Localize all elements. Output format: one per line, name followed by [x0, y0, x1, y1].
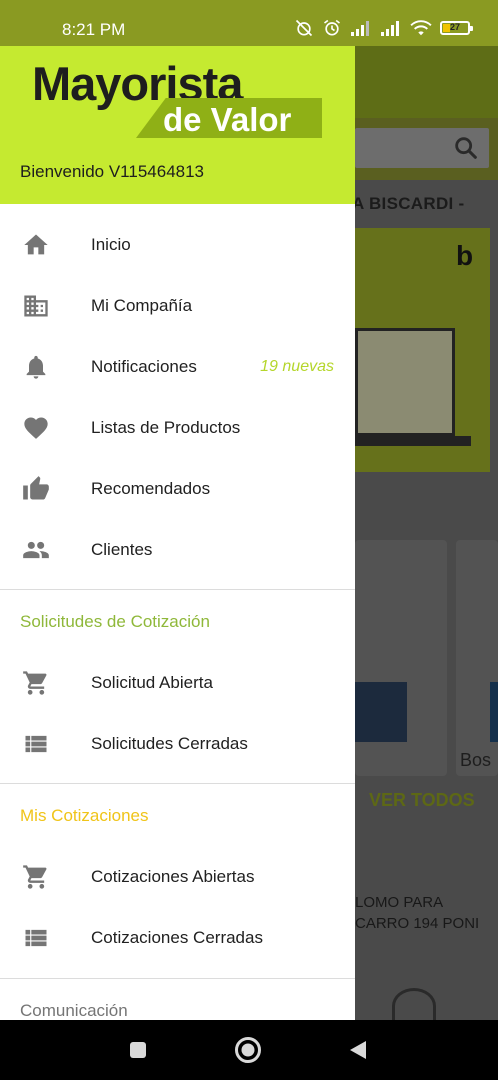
people-icon — [22, 536, 50, 564]
product-title: LOMO PARA CARRO 194 PONI — [355, 894, 480, 932]
divider — [0, 978, 355, 979]
status-time: 8:21 PM — [62, 20, 126, 39]
section-title-communication: Comunicación — [20, 1001, 128, 1020]
list-icon — [22, 924, 50, 952]
navigation-drawer: Mayorista de Valor Bienvenido V115464813… — [0, 0, 355, 1020]
search-icon — [455, 137, 477, 159]
home-button[interactable] — [218, 1020, 278, 1080]
building-icon — [22, 292, 50, 320]
menu-item-recomendados[interactable]: Recomendados — [0, 458, 355, 519]
menu-item-label: Cotizaciones Abiertas — [91, 866, 255, 886]
status-icons: 27 — [294, 18, 473, 38]
product-image — [392, 988, 436, 1020]
thumb-up-icon — [22, 475, 50, 503]
heart-icon — [22, 414, 50, 442]
brand-logo: b — [456, 240, 474, 271]
menu-item-label: Recomendados — [91, 478, 211, 498]
logo-text-bottom: de Valor — [163, 101, 292, 138]
battery-tip — [470, 26, 473, 31]
section-title-my-quotes: Mis Cotizaciones — [20, 806, 149, 825]
menu-item-clientes[interactable]: Clientes — [0, 519, 355, 580]
menu-item-solicitudes-cerradas[interactable]: Solicitudes Cerradas — [0, 713, 355, 774]
menu-item-label: Solicitud Abierta — [91, 672, 213, 692]
cart-icon — [22, 669, 50, 697]
product-card-text: Bos — [460, 750, 492, 770]
product-image — [355, 682, 407, 742]
wifi-icon — [410, 20, 432, 36]
menu-item-label: Inicio — [91, 234, 131, 254]
home-icon — [22, 231, 50, 259]
product-image — [490, 682, 498, 742]
menu-item-label: Mi Compañía — [91, 295, 193, 315]
alarm-off-icon — [295, 19, 313, 37]
menu-item-mi-compania[interactable]: Mi Compañía — [0, 275, 355, 336]
menu-item-listas-de-productos[interactable]: Listas de Productos — [0, 397, 355, 458]
battery-icon: 27 — [440, 21, 473, 35]
notification-badge: 19 nuevas — [260, 357, 334, 375]
menu-item-cotizaciones-abiertas[interactable]: Cotizaciones Abiertas — [0, 846, 355, 907]
signal-icon — [351, 21, 369, 36]
list-icon — [22, 730, 50, 758]
alarm-icon — [324, 19, 340, 36]
menu-item-cotizaciones-cerradas[interactable]: Cotizaciones Cerradas — [0, 907, 355, 968]
welcome-text: Bienvenido V115464813 — [20, 162, 205, 181]
laptop-base — [355, 436, 471, 446]
battery-percent: 27 — [449, 22, 460, 32]
divider — [0, 589, 355, 590]
menu-item-label: Clientes — [91, 539, 153, 559]
menu-item-label: Cotizaciones Cerradas — [91, 927, 263, 947]
cart-icon — [22, 863, 50, 891]
background-banner-title: A BISCARDI - — [352, 194, 465, 213]
menu-item-label: Notificaciones — [91, 356, 197, 376]
recents-icon — [130, 1042, 146, 1058]
back-icon — [350, 1041, 366, 1059]
back-button[interactable] — [328, 1020, 388, 1080]
section-title-quote-requests: Solicitudes de Cotización — [20, 612, 210, 631]
menu-item-notificaciones[interactable]: Notificaciones 19 nuevas — [0, 336, 355, 397]
laptop-image — [355, 328, 455, 436]
status-bar: 8:21 PM 27 — [0, 0, 498, 46]
recents-button[interactable] — [108, 1020, 168, 1080]
system-navigation-bar — [0, 1020, 498, 1080]
menu-item-label: Listas de Productos — [91, 417, 241, 437]
view-all-link: VER TODOS — [369, 790, 475, 810]
menu-item-solicitud-abierta[interactable]: Solicitud Abierta — [0, 652, 355, 713]
signal-icon — [381, 21, 399, 36]
bell-icon — [22, 353, 50, 381]
menu-item-label: Solicitudes Cerradas — [91, 733, 248, 753]
menu-item-inicio[interactable]: Inicio — [0, 214, 355, 275]
divider — [0, 783, 355, 784]
home-circle-icon — [235, 1037, 261, 1063]
